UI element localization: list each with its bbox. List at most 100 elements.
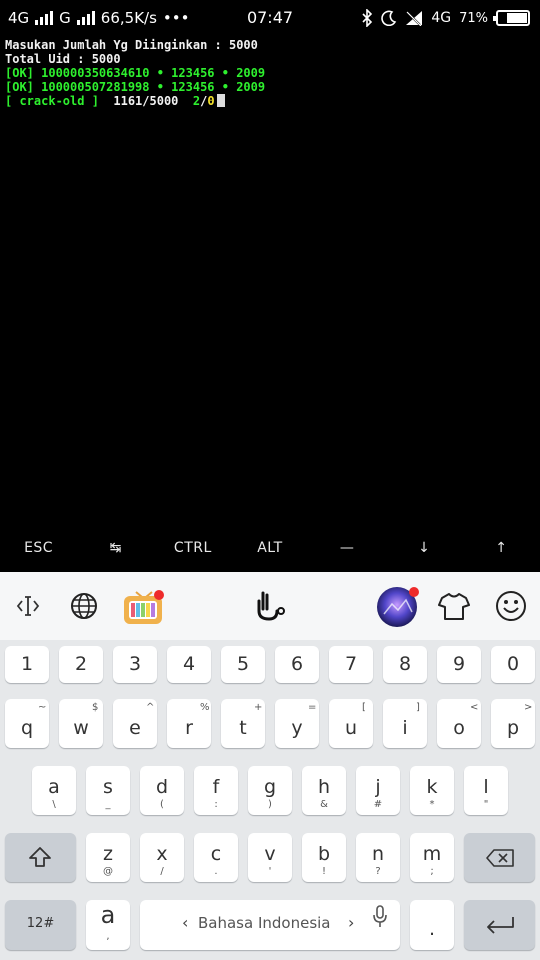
emoji-icon[interactable] [491, 586, 531, 626]
key-label: a [100, 901, 116, 929]
key-label: c [210, 843, 222, 865]
enter-icon [487, 917, 514, 934]
symbols-key[interactable]: 12# [5, 900, 76, 950]
key-m[interactable]: m; [410, 833, 454, 882]
key-x[interactable]: x / [140, 833, 184, 882]
key-alt-symbol: ] [416, 702, 420, 713]
key-a-comma[interactable]: a, [86, 900, 130, 950]
ok-count: 2 [192, 94, 201, 108]
key-h[interactable]: h & [302, 766, 346, 815]
key-label: l [483, 776, 489, 798]
signal-icon-2 [76, 11, 95, 25]
key-2[interactable]: 2 [59, 646, 103, 683]
bluetooth-icon [362, 9, 373, 27]
key-alt-symbol: ' [268, 866, 272, 877]
key-7[interactable]: 7 [329, 646, 373, 683]
key-label: 9 [452, 653, 466, 675]
tshirt-icon[interactable] [434, 586, 474, 626]
key-n[interactable]: n? [356, 833, 400, 882]
shift-arrow-icon [29, 847, 51, 867]
key-3[interactable]: 3 [113, 646, 157, 683]
key-6[interactable]: 6 [275, 646, 319, 683]
key-i[interactable]: ] i [383, 699, 427, 748]
key-alt-symbol: ( [160, 799, 164, 810]
up-arrow-key[interactable]: ↑ [463, 525, 540, 570]
key-q[interactable]: ~ q [5, 699, 49, 748]
terminal-output[interactable]: Masukan Jumlah Yg Diinginkan : 5000 Tota… [5, 38, 535, 518]
key-d[interactable]: d( [140, 766, 184, 815]
key-u[interactable]: [u [329, 699, 373, 748]
key-label: 5 [236, 653, 250, 675]
key-8[interactable]: 8 [383, 646, 427, 683]
signal-icon [35, 11, 54, 25]
esc-key[interactable]: ESC [0, 525, 77, 570]
key-label: 3 [128, 653, 142, 675]
space-bar[interactable]: ‹ Bahasa Indonesia › [140, 900, 400, 950]
period-key[interactable]: . [410, 900, 454, 950]
key-alt-symbol: [ [362, 702, 366, 713]
down-arrow-key[interactable]: ↓ [386, 525, 463, 570]
key-label: i [402, 717, 408, 739]
key-a[interactable]: a \ [32, 766, 76, 815]
key-label: b [317, 843, 331, 865]
theme-galaxy-icon[interactable] [376, 586, 420, 627]
ctrl-key[interactable]: CTRL [154, 525, 231, 570]
enter-key[interactable] [464, 900, 535, 950]
backspace-key[interactable] [464, 833, 535, 882]
tv-sticker-icon[interactable] [121, 586, 167, 626]
backspace-icon [486, 849, 514, 867]
key-v[interactable]: v ' [248, 833, 292, 882]
key-label: 4 [182, 653, 196, 675]
touchpal-logo-icon[interactable] [250, 586, 290, 626]
key-label: 12# [26, 916, 55, 931]
tab-key[interactable]: ↹ [77, 525, 154, 570]
status-right: 4G 71% [361, 9, 530, 27]
key-e[interactable]: ^ e [113, 699, 157, 748]
key-alt-symbol: * [429, 799, 435, 810]
key-5[interactable]: 5 [221, 646, 265, 683]
key-label: 7 [344, 653, 358, 675]
microphone-icon [373, 905, 387, 927]
extra-keys-row: ESC ↹ CTRL ALT — ↓ ↑ [0, 525, 540, 570]
key-c[interactable]: c. [194, 833, 238, 882]
key-f[interactable]: f: [194, 766, 238, 815]
dash-key[interactable]: — [309, 525, 386, 570]
key-0[interactable]: 0 [491, 646, 535, 683]
key-j[interactable]: j # [356, 766, 400, 815]
shift-key[interactable] [5, 833, 76, 882]
key-r[interactable]: % r [167, 699, 211, 748]
key-s[interactable]: s _ [86, 766, 130, 815]
key-alt-symbol: @ [103, 866, 113, 877]
key-alt-symbol: & [320, 799, 328, 810]
key-4[interactable]: 4 [167, 646, 211, 683]
key-alt-symbol: ! [321, 866, 326, 877]
cp-count: 0 [207, 94, 215, 108]
key-label: 1 [20, 653, 34, 675]
key-label: w [73, 717, 89, 739]
key-alt-symbol: ~ [38, 702, 47, 713]
key-alt-symbol: _ [105, 799, 111, 810]
key-b[interactable]: b! [302, 833, 346, 882]
key-label: u [344, 717, 358, 739]
network-type-right: 4G [431, 10, 452, 26]
key-label: p [506, 717, 520, 739]
key-l[interactable]: l " [464, 766, 508, 815]
key-alt-symbol: , [106, 931, 110, 942]
alt-key[interactable]: ALT [231, 525, 308, 570]
key-1[interactable]: 1 [5, 646, 49, 683]
key-label: . [428, 918, 436, 940]
key-g[interactable]: g) [248, 766, 292, 815]
key-t[interactable]: + t [221, 699, 265, 748]
globe-icon[interactable] [64, 586, 104, 626]
key-k[interactable]: k * [410, 766, 454, 815]
key-z[interactable]: z @ [86, 833, 130, 882]
key-w[interactable]: $ w [59, 699, 103, 748]
key-alt-symbol: : [214, 799, 218, 810]
key-y[interactable]: = y [275, 699, 319, 748]
key-p[interactable]: > p [491, 699, 535, 748]
key-label: d [155, 776, 169, 798]
key-9[interactable]: 9 [437, 646, 481, 683]
key-label: k [426, 776, 438, 798]
key-o[interactable]: < o [437, 699, 481, 748]
cursor-move-icon[interactable] [8, 586, 48, 626]
